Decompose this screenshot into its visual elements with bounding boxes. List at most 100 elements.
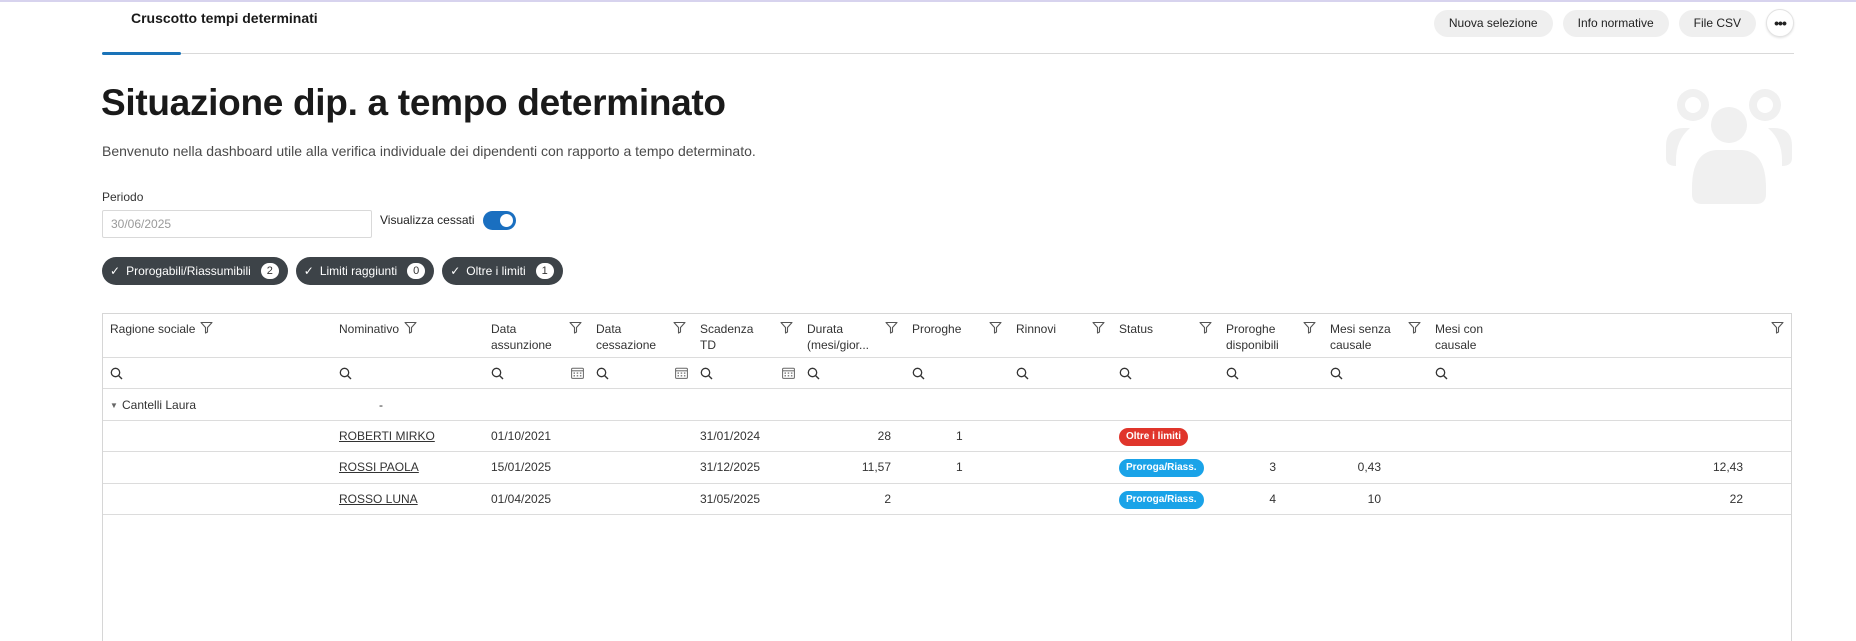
col-header-line1: Data xyxy=(596,322,622,336)
filter-funnel-icon[interactable] xyxy=(1771,321,1784,334)
cell-mesi_senza xyxy=(1323,421,1428,451)
status-filter-chips: ✓ Prorogabili/Riassumibili 2 ✓ Limiti ra… xyxy=(102,257,563,285)
check-icon: ✓ xyxy=(110,264,121,278)
visualizza-cessati-control: Visualizza cessati xyxy=(380,210,516,230)
nominativo-link[interactable]: ROSSI PAOLA xyxy=(339,460,419,474)
col-header-line2: (mesi/gior... xyxy=(807,338,870,352)
cell-assunzione: 15/01/2025 xyxy=(491,460,552,474)
search-icon xyxy=(1226,367,1239,380)
search-icon xyxy=(1016,367,1029,380)
col-header-line1: Nominativo xyxy=(339,322,400,336)
file-csv-button[interactable]: File CSV xyxy=(1678,9,1756,37)
col-header-proroghe_disp[interactable]: Proroghe disponibili xyxy=(1219,314,1323,357)
col-header-line1: Rinnovi xyxy=(1016,322,1057,336)
col-header-rinnovi[interactable]: Rinnovi xyxy=(1009,314,1112,357)
col-filter-nominativo[interactable] xyxy=(332,358,484,388)
col-header-proroghe[interactable]: Proroghe xyxy=(905,314,1009,357)
col-header-mesi_con[interactable]: Mesi con causale xyxy=(1428,314,1791,357)
tab-cruscotto[interactable]: Cruscotto tempi determinati xyxy=(102,2,318,55)
col-header-line2: cessazione xyxy=(596,338,657,352)
cell-status: Proroga/Riass. xyxy=(1112,484,1219,514)
col-filter-cessazione[interactable] xyxy=(589,358,693,388)
col-header-line2: TD xyxy=(700,338,716,352)
col-filter-ragione[interactable] xyxy=(103,358,332,388)
people-group-icon xyxy=(1666,89,1792,204)
col-header-durata[interactable]: Durata (mesi/gior... xyxy=(800,314,905,357)
col-header-line1: Ragione sociale xyxy=(110,322,196,336)
toggle-label: Visualizza cessati xyxy=(380,213,475,227)
filter-funnel-icon[interactable] xyxy=(1408,321,1421,334)
cell-nominativo[interactable]: ROBERTI MIRKO xyxy=(332,421,484,451)
col-header-label: Status xyxy=(1119,321,1153,337)
col-filter-status[interactable] xyxy=(1112,358,1219,388)
cell-proroghe xyxy=(905,484,1009,514)
filter-funnel-icon[interactable] xyxy=(673,321,686,334)
col-filter-mesi_senza[interactable] xyxy=(1323,358,1428,388)
periodo-date-input[interactable]: 30/06/2025 xyxy=(102,210,372,238)
nominativo-link[interactable]: ROSSO LUNA xyxy=(339,492,418,506)
chip-label: Oltre i limiti xyxy=(466,264,526,278)
search-icon xyxy=(110,367,123,380)
col-header-line1: Durata xyxy=(807,322,844,336)
collapse-caret-icon[interactable]: ▼ xyxy=(110,401,118,410)
group-row[interactable]: ▼ Cantelli Laura - xyxy=(103,389,1791,421)
cell-nominativo[interactable]: ROSSO LUNA xyxy=(332,484,484,514)
col-header-ragione[interactable]: Ragione sociale xyxy=(103,314,332,357)
filter-funnel-icon[interactable] xyxy=(989,321,1002,334)
col-filter-mesi_con[interactable] xyxy=(1428,358,1791,388)
chip-label: Limiti raggiunti xyxy=(319,264,398,278)
nominativo-link[interactable]: ROBERTI MIRKO xyxy=(339,429,435,443)
calendar-icon[interactable] xyxy=(675,367,688,379)
cell-mesi_senza: 10 xyxy=(1367,492,1381,506)
filter-funnel-icon[interactable] xyxy=(200,321,213,334)
col-header-line2: causale xyxy=(1330,338,1372,352)
cell-scadenza: 31/12/2025 xyxy=(700,460,761,474)
tab-label: Cruscotto tempi determinati xyxy=(131,10,318,26)
col-header-mesi_senza[interactable]: Mesi senza causale xyxy=(1323,314,1428,357)
search-icon xyxy=(596,367,609,380)
col-header-status[interactable]: Status xyxy=(1112,314,1219,357)
cell-mesi_con: 22 xyxy=(1729,492,1743,506)
filter-funnel-icon[interactable] xyxy=(404,321,417,334)
filter-funnel-icon[interactable] xyxy=(885,321,898,334)
filter-funnel-icon[interactable] xyxy=(569,321,582,334)
cell-nominativo[interactable]: ROSSI PAOLA xyxy=(332,452,484,483)
cell-mesi_senza: 0,43 xyxy=(1357,460,1381,474)
chip-count: 0 xyxy=(407,263,426,279)
col-header-scadenza[interactable]: Scadenza TD xyxy=(693,314,800,357)
col-filter-scadenza[interactable] xyxy=(693,358,800,388)
header-actions: Nuova selezione Info normative File CSV … xyxy=(1433,9,1794,37)
calendar-icon[interactable] xyxy=(782,367,795,379)
col-header-line2: disponibili xyxy=(1226,338,1279,352)
col-header-label: Mesi con causale xyxy=(1435,321,1483,353)
col-filter-durata[interactable] xyxy=(800,358,905,388)
chip-oltre-limiti[interactable]: ✓ Oltre i limiti 1 xyxy=(442,257,563,285)
filter-funnel-icon[interactable] xyxy=(1199,321,1212,334)
filter-funnel-icon[interactable] xyxy=(780,321,793,334)
col-header-label: Proroghe xyxy=(912,321,961,337)
calendar-icon[interactable] xyxy=(571,367,584,379)
visualizza-cessati-toggle[interactable] xyxy=(482,210,516,230)
col-header-label: Nominativo xyxy=(339,321,399,337)
tab-active-indicator xyxy=(102,52,181,55)
col-filter-proroghe_disp[interactable] xyxy=(1219,358,1323,388)
dipendenti-grid: Ragione sociale Nominativo Data assunzione D… xyxy=(102,313,1792,641)
col-header-nominativo[interactable]: Nominativo xyxy=(332,314,484,357)
cell-status: Oltre i limiti xyxy=(1112,421,1219,451)
cell-ragione xyxy=(103,452,332,483)
filter-funnel-icon[interactable] xyxy=(1092,321,1105,334)
col-filter-rinnovi[interactable] xyxy=(1009,358,1112,388)
col-filter-assunzione[interactable] xyxy=(484,358,589,388)
col-header-cessazione[interactable]: Data cessazione xyxy=(589,314,693,357)
chip-prorogabili[interactable]: ✓ Prorogabili/Riassumibili 2 xyxy=(102,257,288,285)
chip-limiti-raggiunti[interactable]: ✓ Limiti raggiunti 0 xyxy=(295,257,435,285)
search-icon xyxy=(339,367,352,380)
group-label: Cantelli Laura xyxy=(122,398,197,412)
info-normative-button[interactable]: Info normative xyxy=(1562,9,1669,37)
col-header-assunzione[interactable]: Data assunzione xyxy=(484,314,589,357)
more-options-button[interactable]: ••• xyxy=(1766,9,1794,37)
nuova-selezione-button[interactable]: Nuova selezione xyxy=(1433,9,1553,37)
filter-funnel-icon[interactable] xyxy=(1303,321,1316,334)
col-filter-proroghe[interactable] xyxy=(905,358,1009,388)
search-icon xyxy=(1330,367,1343,380)
